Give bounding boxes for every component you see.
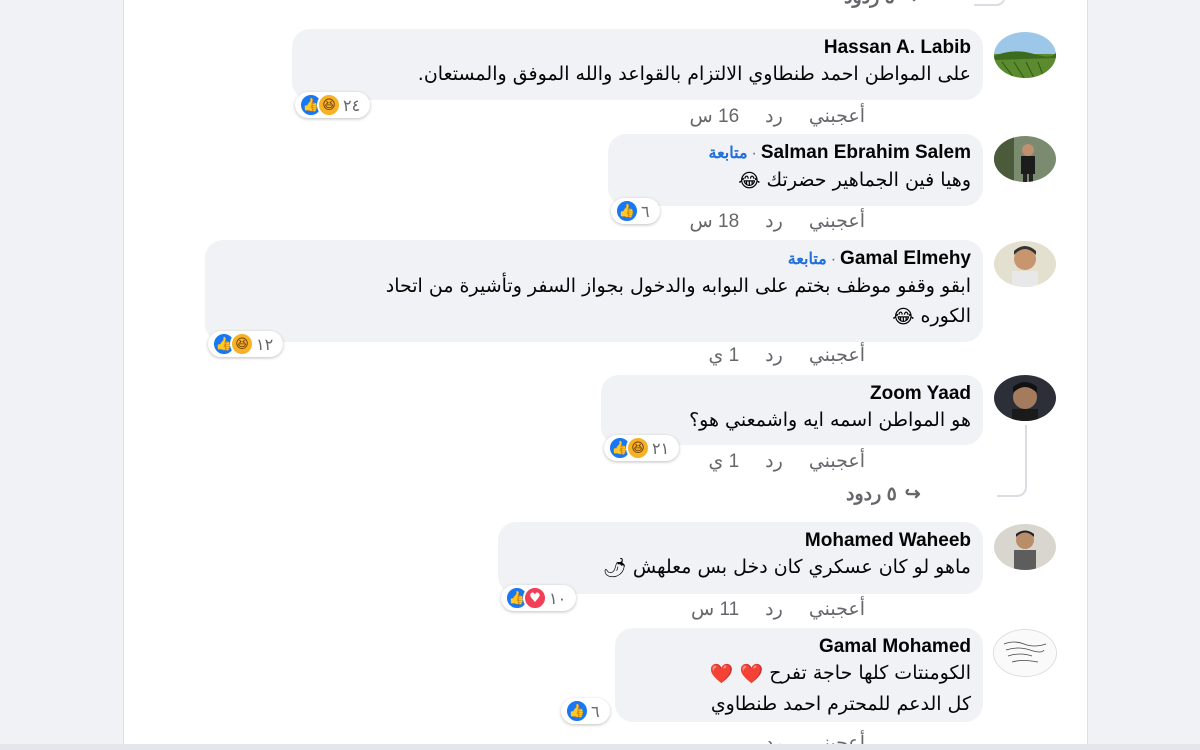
- like-button[interactable]: أعجبني: [809, 210, 865, 233]
- reaction-summary[interactable]: 👍 😆 ٢٤: [295, 92, 371, 118]
- comment-actions: أعجبني رد 16 س: [690, 105, 865, 128]
- follow-button[interactable]: متابعة: [788, 251, 827, 268]
- comment-author[interactable]: Gamal Elmehy: [840, 248, 971, 269]
- laughing-emoji-icon: 😂: [738, 169, 761, 192]
- love-icon: ♥: [523, 586, 547, 610]
- timestamp[interactable]: 18 س: [690, 210, 740, 233]
- comment-bubble: Mohamed Waheeb ماهو لو كان عسكري كان دخل…: [498, 522, 983, 594]
- like-button[interactable]: أعجبني: [809, 450, 865, 473]
- avatar-image: [994, 524, 1056, 570]
- comment-actions: أعجبني رد 1 ي: [708, 450, 865, 473]
- comment-text: على المواطن احمد طنطاوي الالتزام بالقواع…: [417, 63, 971, 85]
- comment-author-line: Salman Ebrahim Salem·متابعة: [620, 142, 971, 165]
- separator-dot: ·: [751, 145, 757, 162]
- comment-author[interactable]: Mohamed Waheeb: [510, 530, 971, 552]
- timestamp[interactable]: 1 ي: [708, 344, 739, 367]
- reply-arrow-icon: ↪: [903, 0, 919, 9]
- reaction-count: ٦: [591, 701, 600, 721]
- comment-actions: أعجبني رد 11 س: [691, 598, 865, 621]
- thread-line: [997, 425, 1027, 497]
- avatar-image: [994, 136, 1056, 182]
- avatar[interactable]: [994, 32, 1056, 78]
- view-replies-link[interactable]: ↪ ٥ ردود: [846, 483, 921, 506]
- haha-icon: 😆: [317, 93, 341, 117]
- heart-icon: ❤️: [709, 662, 734, 685]
- reaction-count: ٢١: [652, 438, 670, 458]
- avatar-image: [994, 630, 1056, 676]
- reaction-count: ١٢: [256, 334, 274, 354]
- comment-author[interactable]: Gamal Mohamed: [627, 636, 971, 658]
- reply-button[interactable]: رد: [765, 598, 783, 621]
- like-button[interactable]: أعجبني: [809, 598, 865, 621]
- reaction-summary[interactable]: 👍 ♥ ١٠: [501, 585, 577, 611]
- replies-label: ٥ ردود: [844, 0, 895, 9]
- timestamp[interactable]: 1 ي: [708, 450, 739, 473]
- reply-button[interactable]: رد: [765, 450, 783, 473]
- comment-bubble: Hassan A. Labib على المواطن احمد طنطاوي …: [292, 29, 983, 100]
- reply-arrow-icon: ↪: [904, 484, 921, 505]
- comment-bubble: Gamal Mohamed الكومنتات كلها حاجة تفرح ❤…: [615, 628, 983, 722]
- avatar[interactable]: [994, 136, 1056, 182]
- reply-button[interactable]: رد: [765, 344, 783, 367]
- reaction-count: ٦: [641, 201, 650, 221]
- comment-text: ماهو لو كان عسكري كان دخل بس معلهش: [632, 556, 971, 578]
- comments-panel: ↪ ٥ ردود Hassan A. Labib على المواطن احم…: [123, 0, 1088, 750]
- comment-author-line: Gamal Elmehy·متابعة: [217, 248, 971, 271]
- separator-dot: ·: [830, 251, 837, 268]
- avatar[interactable]: [994, 524, 1056, 570]
- heart-icon: ❤️: [739, 662, 764, 685]
- comment-text-line: ماهو لو كان عسكري كان دخل بس معلهش 🌶: [510, 552, 971, 583]
- comment-author[interactable]: Hassan A. Labib: [304, 37, 971, 59]
- thread-line: [974, 0, 1006, 6]
- comment-actions: أعجبني رد 1 ي: [708, 344, 865, 367]
- comment-text: هو المواطن اسمه ايه واشمعني هو؟: [689, 409, 971, 431]
- avatar[interactable]: [994, 241, 1056, 287]
- haha-icon: 😆: [626, 436, 650, 460]
- comment-text: الكومنتات كلها حاجة تفرح: [769, 662, 971, 684]
- reaction-summary[interactable]: 👍 ٦: [611, 198, 660, 224]
- avatar-image: [994, 375, 1056, 421]
- comment-author[interactable]: Zoom Yaad: [613, 383, 971, 405]
- comment-text-line: وهيا فين الجماهير حضرتك 😂: [620, 165, 971, 196]
- like-icon: 👍: [565, 699, 589, 723]
- avatar-image: [994, 32, 1056, 78]
- reply-button[interactable]: رد: [765, 210, 783, 233]
- bottom-scroll-strip: [0, 744, 1200, 750]
- reply-button[interactable]: رد: [765, 105, 783, 128]
- comment-text-line: الكومنتات كلها حاجة تفرح ❤️ ❤️: [627, 658, 971, 689]
- avatar[interactable]: [994, 375, 1056, 421]
- avatar-image: [994, 241, 1056, 287]
- comment-actions: أعجبني رد 18 س: [690, 210, 865, 233]
- follow-button[interactable]: متابعة: [708, 145, 747, 162]
- comment-text: كل الدعم للمحترم احمد طنطاوي: [710, 692, 971, 715]
- reaction-count: ١٠: [549, 588, 567, 608]
- comment-text: وهيا فين الجماهير حضرتك: [766, 169, 971, 191]
- comment-author[interactable]: Salman Ebrahim Salem: [761, 142, 971, 163]
- reaction-summary[interactable]: 👍 😆 ٢١: [604, 435, 680, 461]
- comment-bubble: Salman Ebrahim Salem·متابعة وهيا فين الج…: [608, 134, 983, 206]
- reaction-count: ٢٤: [343, 95, 361, 115]
- like-button[interactable]: أعجبني: [809, 344, 865, 367]
- laughing-emoji-icon: 😂: [892, 305, 915, 328]
- comment-text: الكوره: [920, 305, 971, 327]
- reaction-summary[interactable]: 👍 ٦: [561, 698, 610, 724]
- comment-bubble: Gamal Elmehy·متابعة ابقو وقفو موظف بختم …: [205, 240, 983, 342]
- like-button[interactable]: أعجبني: [809, 105, 865, 128]
- reaction-summary[interactable]: 👍 😆 ١٢: [208, 331, 284, 357]
- replies-label: ٥ ردود: [846, 484, 897, 505]
- avatar[interactable]: [993, 629, 1057, 677]
- like-icon: 👍: [615, 199, 639, 223]
- haha-icon: 😆: [230, 332, 254, 356]
- comment-text: ابقو وقفو موظف بختم على البوابه والدخول …: [385, 275, 971, 297]
- view-replies-link-top[interactable]: ↪ ٥ ردود: [844, 0, 919, 9]
- timestamp[interactable]: 16 س: [690, 105, 740, 128]
- chili-pepper-emoji-icon: 🌶: [602, 556, 627, 579]
- comment-text-line: الكوره 😂: [217, 301, 971, 332]
- timestamp[interactable]: 11 س: [691, 598, 739, 621]
